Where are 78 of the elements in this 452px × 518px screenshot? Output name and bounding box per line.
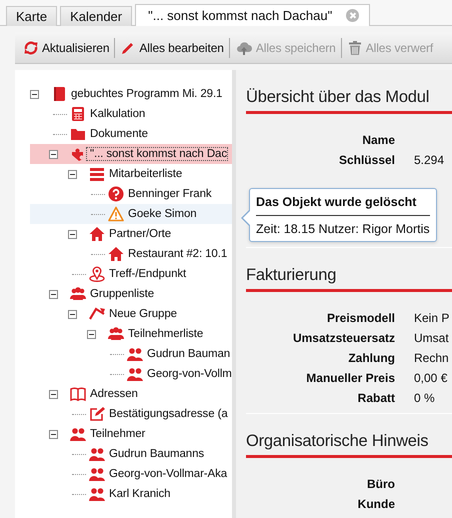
tree-item[interactable]: Mitarbeiterliste <box>30 164 232 184</box>
open-book-icon <box>68 386 86 402</box>
field-label: Zahlung <box>347 350 395 367</box>
field-value: 0 % <box>414 390 436 407</box>
expander-toggle[interactable] <box>30 90 39 98</box>
field-value: Rechn <box>414 350 450 367</box>
tab[interactable]: "... sonst kommst nach Dachau" <box>135 4 370 26</box>
warning-icon <box>108 206 124 222</box>
tree-item[interactable]: Treff-/Endpunkt <box>30 264 232 284</box>
tree-item[interactable]: Gudrun Baumanns <box>30 444 232 464</box>
tree-item[interactable]: Georg-von-Vollm <box>30 364 232 384</box>
tree-item[interactable]: Neue Gruppe <box>30 304 232 324</box>
tree-item[interactable]: Gudrun Bauman <box>30 344 232 364</box>
tree-item[interactable]: Georg-von-Vollmar-Aka <box>30 464 232 484</box>
field-label: Preismodell <box>326 310 395 327</box>
people-pair-icon <box>126 366 144 382</box>
map-pin-icon <box>88 266 104 282</box>
tree-item[interactable]: Gruppenliste <box>30 284 232 304</box>
tree-item[interactable]: "... sonst kommst nach Dac <box>30 144 232 164</box>
field-label: Schlüssel <box>338 152 395 169</box>
trash-icon <box>346 40 363 56</box>
expander-toggle[interactable] <box>49 290 58 298</box>
field-label: Kunde <box>356 496 395 513</box>
house-icon <box>108 246 124 262</box>
field-label: Manueller Preis <box>305 370 395 387</box>
expander-toggle[interactable] <box>49 150 58 158</box>
tree-item[interactable]: Benninger Frank <box>30 184 232 204</box>
tooltip-title: Das Objekt wurde gelöscht <box>256 195 430 216</box>
refresh-icon <box>23 40 39 56</box>
tree-item[interactable]: Teilnehmerliste <box>30 324 232 344</box>
tree-item[interactable]: Goeke Simon <box>30 204 232 224</box>
calculator-icon <box>70 106 86 122</box>
expander-toggle[interactable] <box>68 310 77 318</box>
section-heading: Fakturierung <box>246 248 452 292</box>
field-value: 5.294 <box>414 152 446 169</box>
people-group-icon <box>68 286 86 302</box>
edit-icon <box>88 406 104 422</box>
section-heading: Übersicht über das Modul <box>246 70 452 114</box>
house-icon <box>88 226 104 242</box>
tree-item[interactable]: Bestätigungsadresse (a <box>30 404 232 424</box>
field-label: Name <box>361 132 395 149</box>
tree-item[interactable]: Teilnehmer <box>30 424 232 444</box>
people-pair-icon <box>126 346 144 362</box>
field-label: Umsatzsteuersatz <box>292 330 395 347</box>
tree-item[interactable]: Restaurant #2: 10.1 <box>30 244 232 264</box>
people-pair-icon <box>88 446 106 462</box>
tab[interactable]: Kalender <box>60 6 132 26</box>
folder-icon <box>70 126 86 142</box>
people-pair-icon <box>88 486 106 502</box>
expander-toggle[interactable] <box>68 230 77 238</box>
field-label: Rabatt <box>356 390 395 407</box>
list-icon <box>88 166 104 182</box>
tooltip-text: Zeit: 18.15 Nutzer: Rigor Mortis <box>256 222 430 236</box>
section-heading: Organisatorische Hinweis <box>246 414 452 458</box>
toolbar-button[interactable]: Alles bearbeiten <box>115 36 229 60</box>
tree-item[interactable]: gebuchtes Programm Mi. 29.1 <box>30 84 232 104</box>
tree-item[interactable]: Karl Kranich <box>30 484 232 504</box>
cloud-upload-icon <box>234 40 253 56</box>
question-icon <box>108 186 124 202</box>
tree-item[interactable]: Dokumente <box>30 124 232 144</box>
field-value: 0,00 € <box>414 370 448 387</box>
people-pair-icon <box>88 466 106 482</box>
expander-toggle[interactable] <box>49 430 58 438</box>
toolbar-button[interactable]: Aktualisieren <box>18 36 114 60</box>
tree-item[interactable]: Adressen <box>30 384 232 404</box>
tab[interactable]: Karte <box>6 6 58 26</box>
puzzle-icon <box>70 146 86 162</box>
people-group-icon <box>106 326 124 342</box>
expander-toggle[interactable] <box>49 390 58 398</box>
field-label: Büro <box>366 476 395 493</box>
tree-item[interactable]: Kalkulation <box>30 104 232 124</box>
roof-icon <box>88 306 106 322</box>
expander-toggle[interactable] <box>68 170 77 178</box>
field-value: Umsat <box>414 330 450 347</box>
expander-toggle[interactable] <box>87 330 96 338</box>
tree-item[interactable]: Partner/Orte <box>30 224 232 244</box>
field-value: Kein P <box>414 310 450 327</box>
people-pair-icon <box>68 426 86 442</box>
